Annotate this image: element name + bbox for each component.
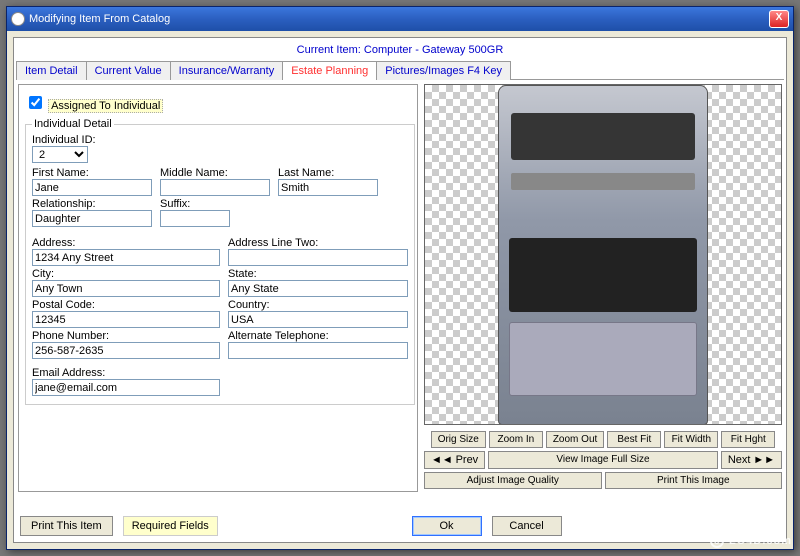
assigned-checkbox[interactable] xyxy=(29,96,42,109)
address-input[interactable] xyxy=(32,249,220,266)
city-label: City: xyxy=(32,268,220,280)
dialog-window: Modifying Item From Catalog X Current It… xyxy=(6,6,794,550)
postal-input[interactable] xyxy=(32,311,220,328)
image-panel: Orig Size Zoom In Zoom Out Best Fit Fit … xyxy=(424,84,782,492)
next-icon: ►► xyxy=(753,454,775,466)
last-name-label: Last Name: xyxy=(278,167,378,179)
suffix-input[interactable] xyxy=(160,210,230,227)
zoom-out-button[interactable]: Zoom Out xyxy=(546,431,604,448)
app-icon xyxy=(11,12,25,26)
middle-name-label: Middle Name: xyxy=(160,167,270,179)
window-title: Modifying Item From Catalog xyxy=(29,13,769,25)
first-name-label: First Name: xyxy=(32,167,152,179)
last-name-input[interactable] xyxy=(278,179,378,196)
prev-icon: ◄◄ xyxy=(431,454,453,466)
fit-width-button[interactable]: Fit Width xyxy=(664,431,718,448)
fit-height-button[interactable]: Fit Hght xyxy=(721,431,775,448)
relationship-label: Relationship: xyxy=(32,198,152,210)
image-viewport[interactable] xyxy=(424,84,782,425)
close-icon[interactable]: X xyxy=(769,10,789,28)
form-panel: Assigned To Individual Individual Detail… xyxy=(18,84,418,492)
city-input[interactable] xyxy=(32,280,220,297)
item-image xyxy=(498,85,708,425)
address2-label: Address Line Two: xyxy=(228,237,408,249)
phone-label: Phone Number: xyxy=(32,330,220,342)
best-fit-button[interactable]: Best Fit xyxy=(607,431,661,448)
next-button[interactable]: Next ►► xyxy=(721,451,782,469)
titlebar[interactable]: Modifying Item From Catalog X xyxy=(7,7,793,31)
address-label: Address: xyxy=(32,237,220,249)
adjust-quality-button[interactable]: Adjust Image Quality xyxy=(424,472,602,489)
postal-label: Postal Code: xyxy=(32,299,220,311)
phone-input[interactable] xyxy=(32,342,220,359)
alt-phone-input[interactable] xyxy=(228,342,408,359)
relationship-input[interactable] xyxy=(32,210,152,227)
alt-phone-label: Alternate Telephone: xyxy=(228,330,408,342)
assigned-row: Assigned To Individual xyxy=(25,93,411,112)
state-label: State: xyxy=(228,268,408,280)
tab-pictures-images[interactable]: Pictures/Images F4 Key xyxy=(376,61,511,80)
dialog-body: Current Item: Computer - Gateway 500GR I… xyxy=(13,37,787,543)
zoom-in-button[interactable]: Zoom In xyxy=(489,431,543,448)
orig-size-button[interactable]: Orig Size xyxy=(431,431,486,448)
middle-name-input[interactable] xyxy=(160,179,270,196)
footer-bar: Print This Item Required Fields Ok Cance… xyxy=(20,516,780,536)
country-label: Country: xyxy=(228,299,408,311)
email-label: Email Address: xyxy=(32,367,220,379)
print-image-button[interactable]: Print This Image xyxy=(605,472,783,489)
first-name-input[interactable] xyxy=(32,179,152,196)
print-item-button[interactable]: Print This Item xyxy=(20,516,113,536)
tab-insurance-warranty[interactable]: Insurance/Warranty xyxy=(170,61,284,80)
email-input[interactable] xyxy=(32,379,220,396)
fieldset-legend: Individual Detail xyxy=(32,118,114,130)
required-fields-label: Required Fields xyxy=(123,516,218,536)
country-input[interactable] xyxy=(228,311,408,328)
image-toolbar: Orig Size Zoom In Zoom Out Best Fit Fit … xyxy=(424,431,782,492)
image-detail xyxy=(509,238,696,312)
view-full-size-button[interactable]: View Image Full Size xyxy=(488,451,718,469)
prev-button[interactable]: ◄◄ Prev xyxy=(424,451,485,469)
tab-content: Assigned To Individual Individual Detail… xyxy=(14,80,786,496)
address2-input[interactable] xyxy=(228,249,408,266)
cancel-button[interactable]: Cancel xyxy=(492,516,562,536)
tab-item-detail[interactable]: Item Detail xyxy=(16,61,87,80)
individual-id-select[interactable]: 2 xyxy=(32,146,88,163)
individual-id-label: Individual ID: xyxy=(32,134,408,146)
suffix-label: Suffix: xyxy=(160,198,230,210)
current-item-label: Current Item: Computer - Gateway 500GR xyxy=(14,38,786,60)
tab-strip: Item Detail Current Value Insurance/Warr… xyxy=(16,60,784,80)
state-input[interactable] xyxy=(228,280,408,297)
tab-estate-planning[interactable]: Estate Planning xyxy=(282,61,377,80)
tab-current-value[interactable]: Current Value xyxy=(86,61,171,80)
image-detail xyxy=(509,322,696,396)
ok-button[interactable]: Ok xyxy=(412,516,482,536)
individual-detail-fieldset: Individual Detail Individual ID: 2 First… xyxy=(25,118,415,405)
assigned-label: Assigned To Individual xyxy=(48,99,163,113)
